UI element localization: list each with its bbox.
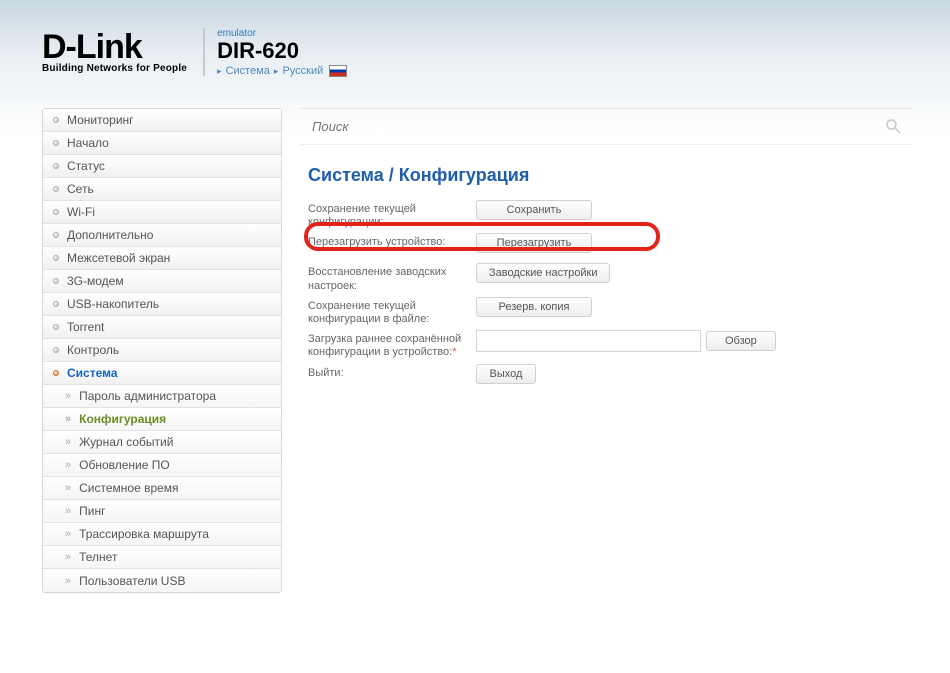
bullet-icon xyxy=(53,117,59,123)
factory-button[interactable]: Заводские настройки xyxy=(476,263,610,283)
sidebar-sub-label: Пароль администратора xyxy=(79,389,216,403)
bullet-icon xyxy=(53,347,59,353)
sidebar-item-firewall[interactable]: Межсетевой экран xyxy=(43,247,281,270)
content: Система / Конфигурация Сохранение текуще… xyxy=(300,108,912,593)
sidebar-item-monitoring[interactable]: Мониторинг xyxy=(43,109,281,132)
bullet-icon xyxy=(53,301,59,307)
sidebar-item-control[interactable]: Контроль xyxy=(43,339,281,362)
sidebar-item-system[interactable]: Система xyxy=(43,362,281,385)
sidebar: Мониторинг Начало Статус Сеть Wi-Fi Допо… xyxy=(42,108,282,593)
brand-divider xyxy=(203,28,205,76)
sidebar-item-start[interactable]: Начало xyxy=(43,132,281,155)
sidebar-sub-label: Пользователи USB xyxy=(79,574,185,588)
flag-ru-icon xyxy=(329,65,347,77)
sidebar-sub-label: Обновление ПО xyxy=(79,458,170,472)
page-title: Система / Конфигурация xyxy=(308,165,912,186)
row-reboot: Перезагрузить устройство: Перезагрузить xyxy=(308,233,912,259)
bullet-icon xyxy=(53,209,59,215)
bullet-icon xyxy=(53,278,59,284)
sidebar-item-3g[interactable]: 3G-модем xyxy=(43,270,281,293)
logout-label: Выйти: xyxy=(308,364,476,380)
sidebar-sub-label: Журнал событий xyxy=(79,435,173,449)
chevron-right-icon: ▸ xyxy=(274,66,279,77)
sidebar-item-label: Torrent xyxy=(67,320,104,334)
brand-logo: D-Link Building Networks for People xyxy=(42,28,187,74)
bullet-icon xyxy=(53,370,59,376)
save-config-label: Сохранение текущей конфигурации: xyxy=(308,200,476,229)
sidebar-item-usb[interactable]: USB-накопитель xyxy=(43,293,281,316)
sidebar-item-status[interactable]: Статус xyxy=(43,155,281,178)
browse-button[interactable]: Обзор xyxy=(706,331,776,351)
bullet-icon xyxy=(53,163,59,169)
sidebar-item-label: USB-накопитель xyxy=(67,297,159,311)
breadcrumb-system[interactable]: Система xyxy=(226,65,270,77)
backup-label: Сохранение текущей конфигурации в файле: xyxy=(308,297,476,326)
breadcrumb-lang[interactable]: Русский xyxy=(282,65,323,77)
sidebar-item-label: 3G-модем xyxy=(67,274,124,288)
sidebar-sub-system-time[interactable]: Системное время xyxy=(43,477,281,500)
restore-label: Загрузка раннее сохранённой конфигурации… xyxy=(308,330,476,359)
sidebar-sub-event-log[interactable]: Журнал событий xyxy=(43,431,281,454)
bullet-icon xyxy=(53,232,59,238)
sidebar-sub-label: Трассировка маршрута xyxy=(79,527,209,541)
breadcrumb: ▸ Система ▸ Русский xyxy=(217,65,347,77)
sidebar-item-label: Дополнительно xyxy=(67,228,153,242)
bullet-icon xyxy=(53,324,59,330)
reboot-label: Перезагрузить устройство: xyxy=(308,233,476,249)
sidebar-sub-configuration[interactable]: Конфигурация xyxy=(43,408,281,431)
model-name: DIR-620 xyxy=(217,39,347,63)
sidebar-sub-label: Телнет xyxy=(79,550,117,564)
bullet-icon xyxy=(53,140,59,146)
required-indicator: * xyxy=(452,346,456,358)
config-form: Сохранение текущей конфигурации: Сохрани… xyxy=(300,200,912,390)
backup-button[interactable]: Резерв. копия xyxy=(476,297,592,317)
sidebar-item-label: Wi-Fi xyxy=(67,205,95,219)
sidebar-item-label: Сеть xyxy=(67,182,94,196)
search-icon xyxy=(884,117,902,135)
restore-file-field[interactable] xyxy=(476,330,701,352)
logout-button[interactable]: Выход xyxy=(476,364,536,384)
chevron-right-icon: ▸ xyxy=(217,66,222,77)
sidebar-item-label: Контроль xyxy=(67,343,119,357)
sidebar-sub-telnet[interactable]: Телнет xyxy=(43,546,281,569)
sidebar-item-label: Статус xyxy=(67,159,105,173)
sidebar-sub-label: Системное время xyxy=(79,481,178,495)
sidebar-item-label: Система xyxy=(67,366,118,380)
row-logout: Выйти: Выход xyxy=(308,364,912,390)
bullet-icon xyxy=(53,186,59,192)
search-input[interactable] xyxy=(308,115,904,138)
row-save-config: Сохранение текущей конфигурации: Сохрани… xyxy=(308,200,912,229)
brand-tagline: Building Networks for People xyxy=(42,63,187,74)
header: D-Link Building Networks for People emul… xyxy=(0,0,950,108)
row-backup: Сохранение текущей конфигурации в файле:… xyxy=(308,297,912,326)
sidebar-sub-fw-update[interactable]: Обновление ПО xyxy=(43,454,281,477)
sidebar-sub-admin-pw[interactable]: Пароль администратора xyxy=(43,385,281,408)
sidebar-sub-label: Конфигурация xyxy=(79,412,166,426)
sidebar-item-label: Начало xyxy=(67,136,109,150)
sidebar-item-net[interactable]: Сеть xyxy=(43,178,281,201)
brand-name: D-Link xyxy=(42,28,142,67)
model-block: emulator DIR-620 ▸ Система ▸ Русский xyxy=(217,28,347,77)
sidebar-sub-traceroute[interactable]: Трассировка маршрута xyxy=(43,523,281,546)
save-button[interactable]: Сохранить xyxy=(476,200,592,220)
row-restore: Загрузка раннее сохранённой конфигурации… xyxy=(308,330,912,359)
bullet-icon xyxy=(53,255,59,261)
restore-label-text: Загрузка раннее сохранённой конфигурации… xyxy=(308,333,461,358)
search-wrap xyxy=(300,109,912,145)
main: Мониторинг Начало Статус Сеть Wi-Fi Допо… xyxy=(0,108,950,593)
sidebar-item-torrent[interactable]: Torrent xyxy=(43,316,281,339)
sidebar-item-advanced[interactable]: Дополнительно xyxy=(43,224,281,247)
sidebar-sub-usb-users[interactable]: Пользователи USB xyxy=(43,569,281,592)
factory-label: Восстановление заводских настроек: xyxy=(308,263,476,292)
reboot-button[interactable]: Перезагрузить xyxy=(476,233,592,253)
sidebar-item-label: Мониторинг xyxy=(67,113,134,127)
row-factory: Восстановление заводских настроек: Завод… xyxy=(308,263,912,292)
sidebar-sub-label: Пинг xyxy=(79,504,105,518)
sidebar-sub-ping[interactable]: Пинг xyxy=(43,500,281,523)
sidebar-item-wifi[interactable]: Wi-Fi xyxy=(43,201,281,224)
sidebar-item-label: Межсетевой экран xyxy=(67,251,170,265)
